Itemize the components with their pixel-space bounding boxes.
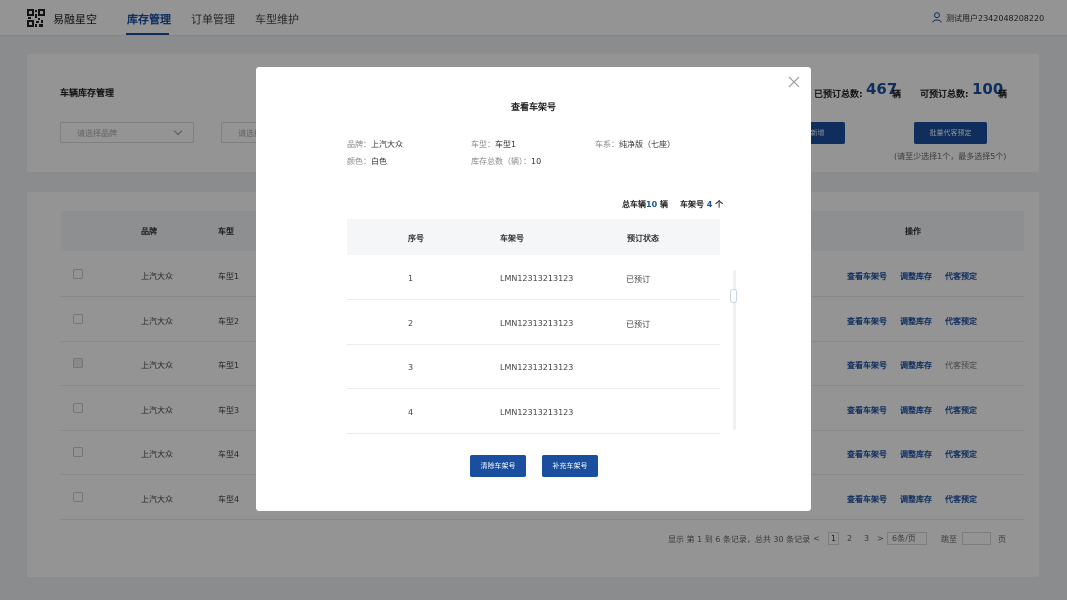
vin-count-label: 车架号 xyxy=(680,200,704,209)
vin-row-number: LMN12313213123 xyxy=(500,407,574,417)
info-color: 颜色：白色 xyxy=(347,156,387,167)
vin-row-number: LMN12313213123 xyxy=(500,274,574,283)
column-header-status: 预订状态 xyxy=(627,234,659,243)
vin-row: 1 LMN12313213123 已预订 xyxy=(347,256,720,300)
vin-row-status: 已预订 xyxy=(626,275,650,284)
vin-row-number: LMN12313213123 xyxy=(500,363,574,372)
vin-row-index: 4 xyxy=(408,407,414,417)
info-brand: 品牌：上汽大众 xyxy=(347,139,403,150)
info-stock-value: 10 xyxy=(531,157,542,166)
info-series-value: 纯净版（七座） xyxy=(619,140,675,149)
info-stock: 库存总数（辆）：10 xyxy=(471,156,541,167)
info-brand-label: 品牌： xyxy=(347,140,371,149)
vin-row-index: 1 xyxy=(408,274,414,283)
info-brand-value: 上汽大众 xyxy=(371,140,403,149)
vin-row: 4 LMN12313213123 xyxy=(347,390,720,434)
vin-count-unit: 个 xyxy=(715,200,724,209)
vin-count-value: 4 xyxy=(706,200,713,209)
add-vin-button[interactable]: 补充车架号 xyxy=(542,455,598,477)
total-vehicles-label: 总车辆 xyxy=(622,200,646,209)
info-stock-label: 库存总数（辆）： xyxy=(471,157,531,166)
info-color-label: 颜色： xyxy=(347,157,371,166)
total-vehicles: 总车辆10 辆 xyxy=(622,199,668,210)
vin-count: 车架号 4 个 xyxy=(680,199,723,210)
vin-row-index: 3 xyxy=(408,363,414,372)
vin-row: 3 LMN12313213123 xyxy=(347,345,720,389)
info-series: 车系：纯净版（七座） xyxy=(595,139,675,150)
modal-title: 查看车架号 xyxy=(511,103,557,113)
info-model: 车型：车型1 xyxy=(471,139,516,150)
info-model-value: 车型1 xyxy=(495,140,517,149)
vin-row-status: 已预订 xyxy=(626,319,650,329)
info-model-label: 车型： xyxy=(471,140,495,149)
vin-table-header xyxy=(347,219,720,255)
vin-row: 2 LMN12313213123 已预订 xyxy=(347,301,720,345)
vin-row-index: 2 xyxy=(408,318,414,328)
column-header-vin: 车架号 xyxy=(500,234,524,243)
total-vehicles-unit: 辆 xyxy=(659,200,668,209)
vin-scrollbar-thumb[interactable] xyxy=(730,289,737,303)
info-color-value: 白色 xyxy=(371,157,387,166)
column-header-index: 序号 xyxy=(408,234,424,243)
info-series-label: 车系： xyxy=(595,140,619,149)
vin-row-number: LMN12313213123 xyxy=(500,318,574,328)
close-icon[interactable] xyxy=(788,76,800,88)
total-vehicles-value: 10 xyxy=(646,200,658,209)
clear-vin-button[interactable]: 清除车架号 xyxy=(470,455,526,477)
